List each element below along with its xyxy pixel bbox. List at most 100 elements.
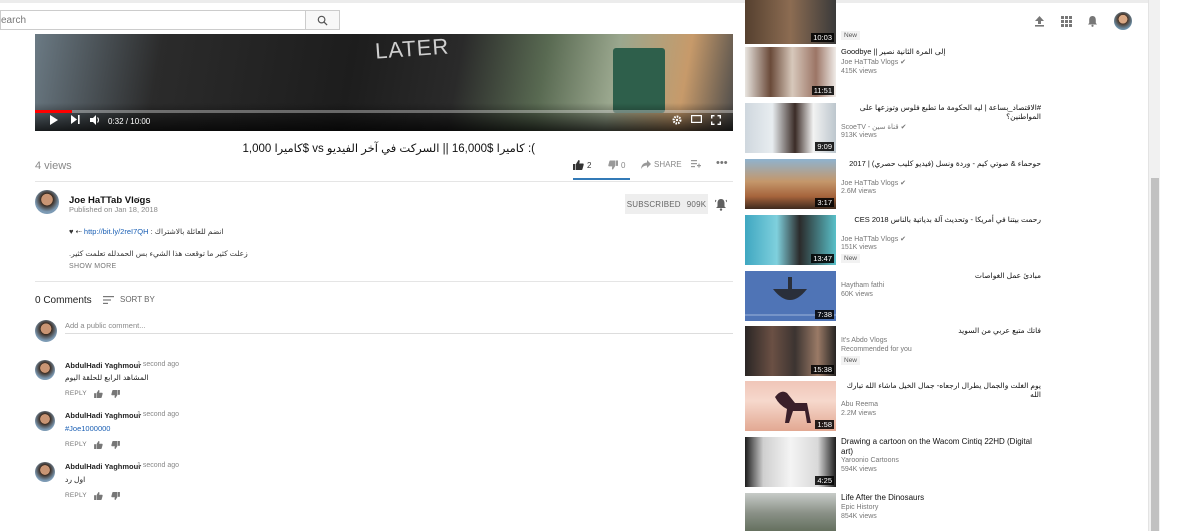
search-input[interactable]: earch [0,10,305,30]
volume-button[interactable] [90,115,101,125]
reply-button[interactable]: REPLY [65,390,87,397]
notification-bell-button[interactable] [714,196,728,212]
recommended-video-partial[interactable]: 10:03 New [745,0,1145,44]
recommended-video[interactable]: 11:51 Goodbye || إلى المرة الثانية نصير … [745,47,1145,99]
video-thumbnail[interactable]: 11:51 [745,47,836,97]
recommended-video[interactable]: 13:47 رحمت بيتنا في أمريكا - وتحديث آلة … [745,215,1145,267]
gear-icon [672,115,682,125]
avatar[interactable] [35,462,55,482]
video-duration: 9:09 [815,142,834,151]
video-thumbnail[interactable]: 15:38 [745,326,836,376]
comment-author[interactable]: AbdulHadi Yaghmour [65,411,141,420]
upload-icon[interactable] [1031,13,1047,29]
channel-avatar[interactable] [35,190,59,214]
comment-time[interactable]: 1 second ago [137,462,179,469]
add-to-playlist-button[interactable] [691,160,701,168]
comment-dislike-button[interactable] [111,491,120,500]
recommended-video[interactable]: 1:58 يوم الغلت والجمال يطرال ارجعاه- جما… [745,381,1145,433]
comment-time[interactable]: 1 second ago [137,411,179,418]
avatar[interactable] [35,360,55,380]
comment-author[interactable]: AbdulHadi Yaghmour [65,361,141,370]
video-thumbnail[interactable]: 7:38 [745,271,836,321]
settings-button[interactable] [672,115,682,125]
description-link[interactable]: http://bit.ly/2reI7QH [84,227,149,236]
publish-date: Published on Jan 18, 2018 [69,205,158,214]
comment-time[interactable]: 1 second ago [137,361,179,368]
video-thumbnail[interactable]: 10:03 [745,0,836,44]
video-title[interactable]: Life After the Dinosaurs [841,493,1041,502]
like-sentiment-bar [573,178,630,180]
video-views: 2.2M views [841,410,877,417]
comment-hashtag-link[interactable]: #Joe1000000 [65,424,110,433]
video-title[interactable]: يوم الغلت والجمال يطرال ارجعاه- جمال الخ… [841,381,1041,399]
sort-by-button[interactable]: SORT BY [103,295,155,304]
like-button[interactable]: 2 [573,160,591,170]
video-thumbnail[interactable] [745,493,836,531]
recommended-video[interactable]: 7:38 مبادئ عمل الغواصات Haytham fathi 60… [745,271,1145,323]
video-title[interactable]: Drawing a cartoon on the Wacom Cintiq 22… [841,437,1041,456]
video-channel[interactable]: Abu Reema [841,401,878,408]
video-channel[interactable]: Yaroonio Cartoons [841,457,899,464]
comment-dislike-button[interactable] [111,440,120,449]
reply-button[interactable]: REPLY [65,492,87,499]
next-icon [71,115,80,124]
share-button[interactable]: SHARE [641,160,682,169]
view-count: 4 views [35,160,72,172]
video-views: 854K views [841,513,877,520]
theater-mode-button[interactable] [691,115,702,123]
video-thumbnail[interactable]: 9:09 [745,103,836,153]
apps-grid-icon[interactable] [1058,13,1074,29]
reply-button[interactable]: REPLY [65,441,87,448]
comment-like-button[interactable] [94,389,103,398]
comment-like-button[interactable] [94,491,103,500]
video-title[interactable]: #الاقتصاد_بساعة | ليه الحكومة ما تطبع فل… [841,103,1041,121]
video-thumbnail[interactable]: 13:47 [745,215,836,265]
play-button[interactable] [49,115,58,125]
video-thumbnail[interactable]: 3:17 [745,159,836,209]
video-title[interactable]: رحمت بيتنا في أمريكا - وتحديث آلة بدياتي… [841,215,1041,224]
recommended-video[interactable]: 4:25 Drawing a cartoon on the Wacom Cint… [745,437,1145,489]
video-frame-text: LATER [374,34,451,64]
recommended-video[interactable]: Life After the Dinosaurs Epic History 85… [745,493,1145,531]
recommended-video[interactable]: 15:38 فاتك متبع عربي من السويد It's Abdo… [745,326,1145,378]
video-title[interactable]: فاتك متبع عربي من السويد [841,326,1041,335]
video-title[interactable]: مبادئ عمل الغواصات [841,271,1041,280]
video-channel[interactable]: Joe HaTTab Vlogs ✔ [841,179,906,187]
video-duration: 4:25 [815,476,834,485]
video-channel[interactable]: Haytham fathi [841,282,884,289]
video-channel[interactable]: ScoeTV - قناة سين ✔ [841,123,906,131]
video-title[interactable]: Goodbye || إلى المرة الثانية نصير [841,47,1041,56]
account-avatar[interactable] [1114,12,1132,30]
player-controls: 0:32 / 10:00 [35,114,733,130]
comment-dislike-button[interactable] [111,389,120,398]
thumbs-down-icon [111,440,120,449]
recommended-video[interactable]: 3:17 حوحماء & صوتي كيم - وردة ونسل (فيدي… [745,159,1145,211]
video-thumbnail[interactable]: 1:58 [745,381,836,431]
like-count: 2 [587,160,592,170]
page-scrollbar[interactable] [1148,0,1160,531]
video-player[interactable]: LATER 0:32 / 10:00 [35,34,733,131]
next-button[interactable] [71,115,80,124]
video-channel[interactable]: Joe HaTTab Vlogs ✔ [841,58,906,66]
more-actions-button[interactable]: ••• [716,157,728,169]
video-channel[interactable]: Epic History [841,504,878,511]
avatar[interactable] [35,411,55,431]
subscribe-button[interactable]: SUBSCRIBED 909K [625,194,708,214]
fullscreen-button[interactable] [711,115,721,125]
comment-like-button[interactable] [94,440,103,449]
progress-bar[interactable] [35,110,733,113]
video-views: 415K views [841,68,877,75]
dislike-button[interactable]: 0 [608,160,625,170]
notifications-bell-icon[interactable] [1084,13,1100,29]
video-channel[interactable]: It's Abdo Vlogs [841,337,887,344]
show-more-button[interactable]: SHOW MORE [69,263,116,270]
dislike-count: 0 [621,160,626,170]
add-comment-input[interactable]: Add a public comment... [65,321,145,330]
comment-author[interactable]: AbdulHadi Yaghmour [65,462,141,471]
video-title[interactable]: حوحماء & صوتي كيم - وردة ونسل (فيديو كلي… [841,159,1041,168]
video-channel[interactable]: Joe HaTTab Vlogs ✔ [841,235,906,243]
recommended-video[interactable]: 9:09 #الاقتصاد_بساعة | ليه الحكومة ما تط… [745,103,1145,155]
video-thumbnail[interactable]: 4:25 [745,437,836,487]
scrollbar-thumb[interactable] [1151,178,1159,531]
search-button[interactable] [305,10,340,30]
